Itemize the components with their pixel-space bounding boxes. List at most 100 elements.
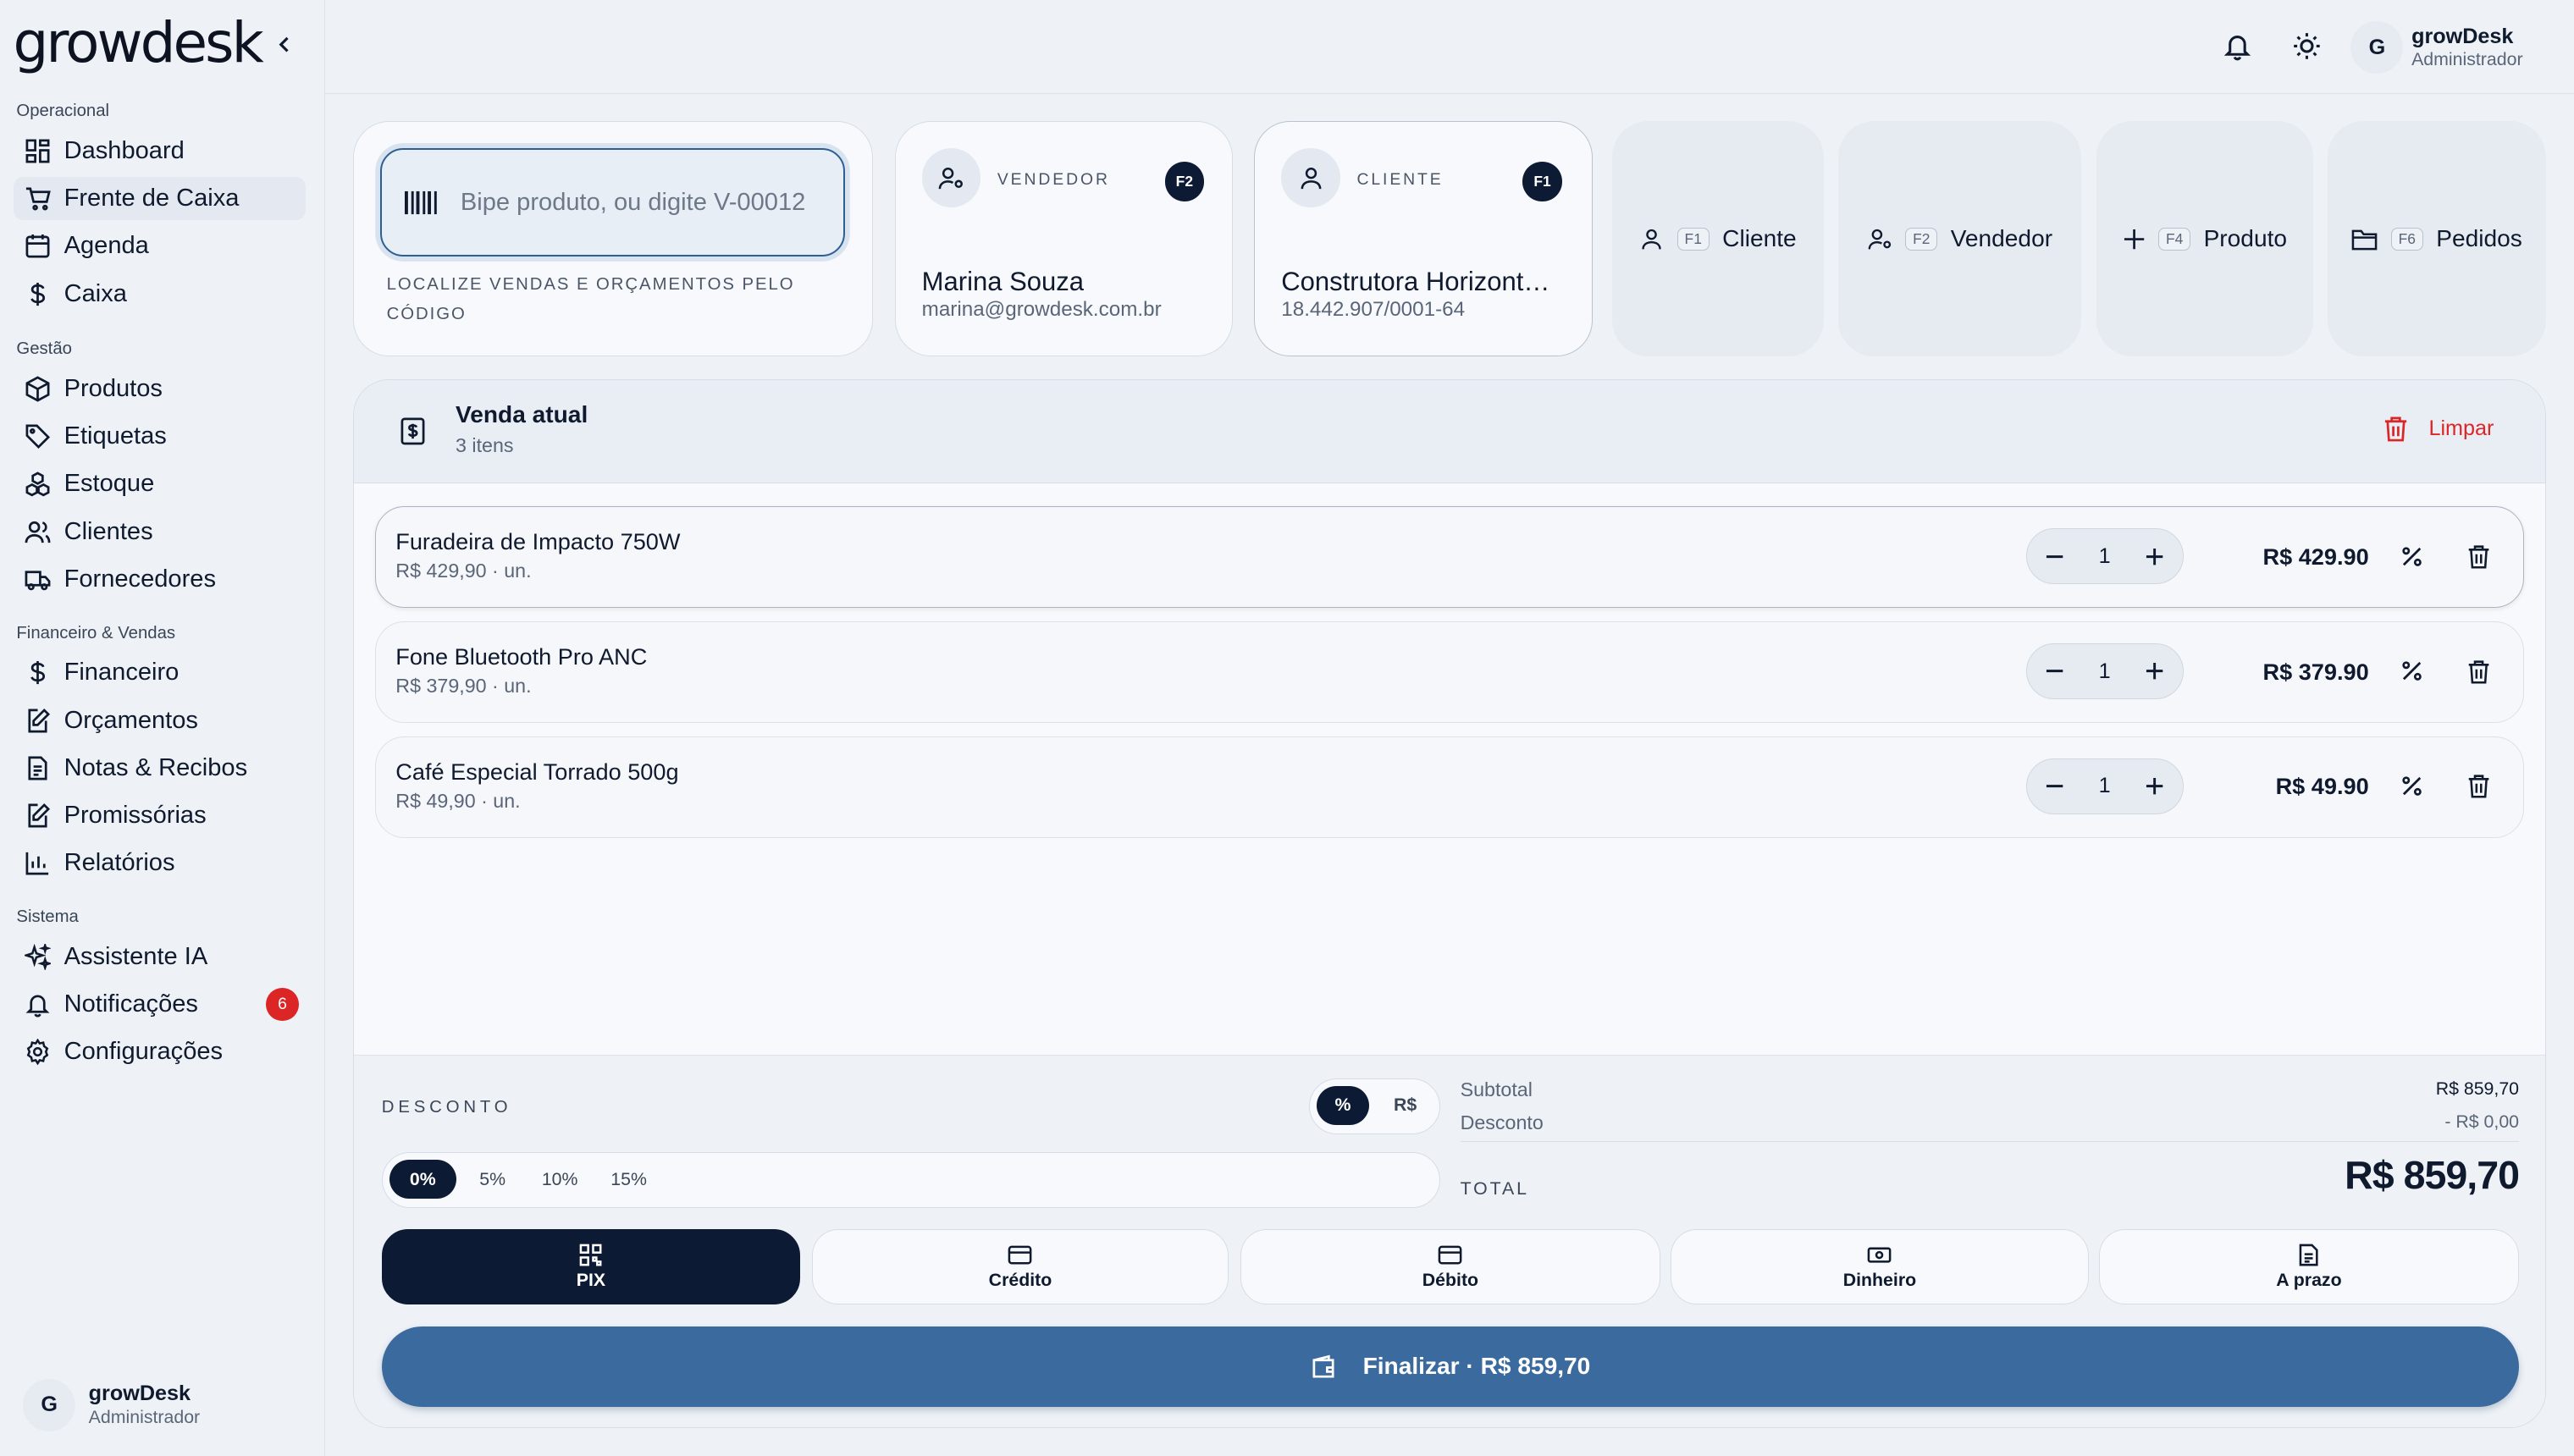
payment-credit-button[interactable]: Crédito [811,1229,1229,1305]
quick-orders-button[interactable]: F6 Pedidos [2328,121,2547,356]
plus-icon [2146,548,2163,565]
payment-cash-button[interactable]: Dinheiro [1670,1229,2090,1305]
quick-seller-button[interactable]: F2 Vendedor [1838,121,2082,356]
section-label-sistema: Sistema [16,907,79,927]
top-bar: G growDesk Administrador [324,0,2574,94]
dollar-icon [23,279,52,309]
product-search-input[interactable] [460,188,831,217]
payment-label: Crédito [988,1269,1052,1290]
seller-card[interactable]: VENDEDOR F2 Marina Souza marina@growdesk… [894,121,1234,356]
sidebar-item-relatorios[interactable]: Relatórios [14,842,306,885]
payment-label: Dinheiro [1842,1269,1917,1290]
item-discount-button[interactable] [2395,655,2428,688]
quick-label: Produto [2203,225,2288,252]
calendar-icon [23,231,52,261]
sidebar-item-promissorias[interactable]: Promissórias [14,794,306,836]
decrease-quantity-button[interactable] [2036,654,2073,690]
sidebar-item-notas-recibos[interactable]: Notas & Recibos [14,747,306,789]
seller-label: VENDEDOR [997,169,1110,189]
sidebar-item-fornecedores[interactable]: Fornecedores [14,558,306,600]
discount-preset-0[interactable]: 0% [389,1159,457,1200]
sidebar-item-label: Etiquetas [64,422,167,450]
payment-label: Débito [1422,1269,1479,1290]
sidebar-item-assistente-ia[interactable]: Assistente IA [14,935,306,978]
user-role: Administrador [2411,49,2523,70]
topbar-user-profile[interactable]: G growDesk Administrador [2350,21,2523,74]
item-quantity[interactable]: 1 [2099,659,2111,684]
sidebar-item-label: Agenda [64,232,149,260]
current-sale-panel: Venda atual 3 itens Limpar Furadeira de … [352,378,2547,1428]
cart-item[interactable]: Café Especial Torrado 500g R$ 49,90 · un… [375,736,2524,838]
increase-quantity-button[interactable] [2136,768,2173,804]
cart-item[interactable]: Fone Bluetooth Pro ANC R$ 379,90 · un. 1… [375,620,2524,724]
section-label-financeiro: Financeiro & Vendas [16,623,176,643]
sidebar-item-estoque[interactable]: Estoque [14,463,306,505]
sidebar-item-dashboard[interactable]: Dashboard [14,130,306,172]
sale-item-count: 3 itens [456,433,514,456]
clear-sale-button[interactable]: Limpar [2383,415,2494,443]
discount-preset-15[interactable]: 15% [598,1160,660,1200]
shortcut-key: F6 [2390,227,2423,251]
item-discount-button[interactable] [2395,769,2428,802]
minus-icon [2046,554,2063,558]
truck-icon [23,565,52,594]
percent-icon [2401,776,2422,796]
decrease-quantity-button[interactable] [2036,768,2073,804]
discount-mode-percent[interactable]: % [1316,1085,1369,1126]
remove-item-button[interactable] [2462,769,2495,802]
item-total: R$ 379.90 [2262,658,2369,685]
receipt-icon [400,417,425,444]
sidebar-item-orcamentos[interactable]: Orçamentos [14,699,306,742]
summary-divider [1460,1140,2520,1143]
payment-debit-button[interactable]: Débito [1240,1229,1661,1305]
increase-quantity-button[interactable] [2136,654,2173,690]
trash-icon [2468,545,2489,569]
client-card[interactable]: CLIENTE F1 Construtora Horizonte Ltda 18… [1254,121,1593,356]
sidebar-item-clientes[interactable]: Clientes [14,510,306,553]
cart-item[interactable]: Furadeira de Impacto 750W R$ 429,90 · un… [375,506,2524,609]
discount-mode-currency[interactable]: R$ [1379,1086,1432,1126]
user-name: growDesk [88,1382,191,1406]
sidebar-user-profile[interactable]: G growDesk Administrador [23,1378,200,1431]
sidebar-item-etiquetas[interactable]: Etiquetas [14,416,306,458]
discount-preset-10[interactable]: 10% [528,1160,591,1200]
theme-toggle-button[interactable] [2290,30,2323,63]
edit-doc-icon [23,706,52,736]
seller-shortcut-badge: F2 [1164,161,1205,201]
quick-product-button[interactable]: F4 Produto [2096,121,2313,356]
finalize-sale-button[interactable]: Finalizar · R$ 859,70 [381,1326,2520,1407]
item-discount-button[interactable] [2395,540,2428,573]
receipt-icon [23,753,52,783]
decrease-quantity-button[interactable] [2036,538,2073,575]
increase-quantity-button[interactable] [2136,538,2173,575]
product-scanner-field[interactable] [379,148,845,257]
sidebar-item-label: Frente de Caixa [64,185,240,212]
minus-icon [2046,785,2063,788]
notifications-button[interactable] [2221,30,2254,63]
sidebar-item-label: Estoque [64,470,155,498]
plus-icon [2124,229,2144,249]
sidebar-item-frente-de-caixa[interactable]: Frente de Caixa [13,177,306,220]
collapse-sidebar-button[interactable] [269,30,299,59]
sidebar-item-produtos[interactable]: Produtos [14,367,306,410]
discount-preset-5[interactable]: 5% [465,1160,521,1200]
payment-pix-button[interactable]: PIX [381,1229,801,1305]
sidebar-item-notificacoes[interactable]: Notificações 6 [14,983,306,1025]
sidebar-item-agenda[interactable]: Agenda [14,225,306,267]
barcode-icon [404,190,437,215]
sidebar-item-caixa[interactable]: Caixa [14,273,306,315]
sidebar-item-financeiro[interactable]: Financeiro [14,652,306,694]
item-quantity[interactable]: 1 [2099,544,2111,569]
sidebar-item-configuracoes[interactable]: Configurações [14,1031,306,1073]
client-shortcut-badge: F1 [1522,161,1562,201]
quantity-stepper: 1 [2025,528,2184,585]
bell-icon [23,990,52,1019]
payment-installment-button[interactable]: A prazo [2098,1229,2520,1305]
quick-client-button[interactable]: F1 Cliente [1611,121,1824,356]
item-quantity[interactable]: 1 [2099,774,2111,798]
remove-item-button[interactable] [2462,655,2495,688]
avatar: G [23,1378,76,1431]
scanner-card: LOCALIZE VENDAS E ORÇAMENTOS PELO CÓDIGO [352,121,874,356]
remove-item-button[interactable] [2462,540,2495,573]
checkout-footer: DESCONTO % R$ 0% 5% 10% 15% Subtotal R$ … [353,1054,2546,1427]
